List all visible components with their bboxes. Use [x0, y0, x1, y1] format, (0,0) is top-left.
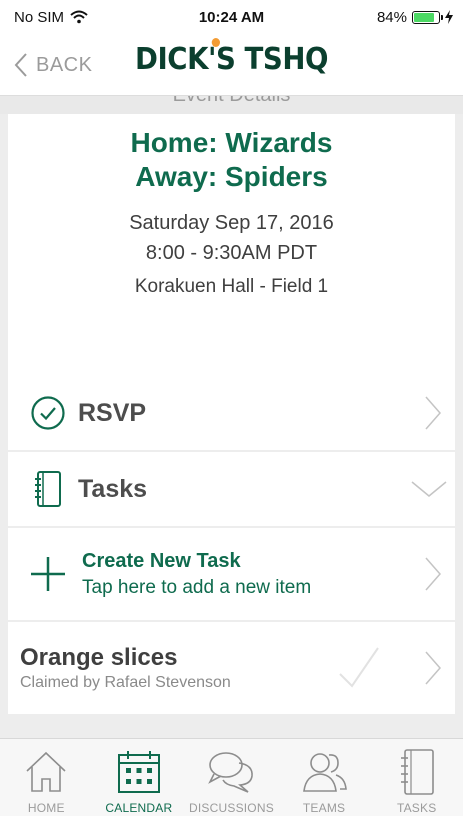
section-header-peek: Event Details [0, 96, 463, 114]
task-item-claimed-by: Claimed by Rafael Stevenson [20, 674, 231, 691]
logo-text-left: DICK [135, 42, 208, 77]
tab-tasks[interactable]: TASKS [371, 747, 463, 815]
chevron-right-icon [425, 557, 441, 591]
rsvp-label: RSVP [78, 398, 147, 427]
tasks-section-row[interactable]: Tasks [8, 452, 455, 526]
tasks-label: Tasks [78, 474, 148, 503]
tab-calendar[interactable]: CALENDAR [93, 747, 185, 815]
status-bar: No SIM 10:24 AM 84% [0, 0, 463, 34]
check-circle-icon [28, 393, 68, 433]
create-task-row[interactable]: Create New Task Tap here to add a new it… [8, 528, 455, 620]
home-icon [21, 747, 71, 797]
people-icon [299, 747, 349, 797]
nav-bar: BACK DICK 'S TSHQ [0, 34, 463, 96]
create-task-subtitle: Tap here to add a new item [82, 576, 312, 598]
task-item-text: Orange slices Claimed by Rafael Stevenso… [20, 644, 231, 692]
plus-icon [28, 554, 68, 594]
basketball-icon [211, 38, 220, 47]
calendar-icon [114, 747, 164, 797]
chevron-right-icon [425, 651, 441, 685]
event-time: 8:00 - 9:30AM PDT [145, 242, 318, 264]
create-task-title: Create New Task [82, 549, 241, 572]
create-task-text: Create New Task Tap here to add a new it… [82, 550, 311, 599]
event-home-team: Home: Wizards [130, 127, 333, 158]
wifi-icon [70, 10, 88, 24]
back-button[interactable]: BACK [14, 52, 92, 78]
chevron-down-icon [411, 481, 447, 497]
event-date: Saturday Sep 17, 2016 [129, 212, 334, 234]
logo-text-right: 'S TSHQ [207, 42, 328, 77]
chevron-right-icon [425, 396, 441, 430]
battery-fill [414, 12, 435, 22]
tab-teams[interactable]: TEAMS [278, 747, 370, 815]
status-right: 84% [377, 9, 453, 26]
charging-bolt-icon [445, 10, 453, 24]
battery-icon [412, 10, 443, 24]
back-label: BACK [36, 53, 93, 76]
tab-teams-label: TEAMS [302, 801, 346, 815]
battery-percent: 84% [376, 8, 407, 26]
checkmark-icon[interactable] [337, 644, 381, 690]
event-away-team: Away: Spiders [135, 161, 328, 192]
chat-bubbles-icon [206, 747, 256, 797]
tab-discussions[interactable]: DISCUSSIONS [185, 747, 277, 815]
tab-bar: HOME CALENDAR DISCUSSIONS TEAMS TASKS [0, 738, 463, 816]
notebook-icon [28, 469, 68, 509]
chevron-left-icon [14, 53, 27, 77]
task-item-name: Orange slices [20, 644, 178, 671]
event-details-card: Home: Wizards Away: Spiders Saturday Sep… [8, 114, 455, 376]
tab-home-label: HOME [27, 801, 65, 815]
event-location: Korakuen Hall - Field 1 [134, 276, 329, 297]
status-left: No SIM [14, 9, 88, 26]
notebook-icon [392, 747, 442, 797]
section-header-label: Event Details [0, 96, 463, 107]
rsvp-row[interactable]: RSVP [8, 376, 455, 450]
tab-tasks-label: TASKS [396, 801, 437, 815]
carrier-label: No SIM [14, 8, 65, 26]
task-item-row[interactable]: Orange slices Claimed by Rafael Stevenso… [8, 622, 455, 714]
tab-home[interactable]: HOME [0, 747, 92, 815]
tab-discussions-label: DISCUSSIONS [189, 801, 274, 815]
tab-calendar-label: CALENDAR [105, 801, 173, 815]
